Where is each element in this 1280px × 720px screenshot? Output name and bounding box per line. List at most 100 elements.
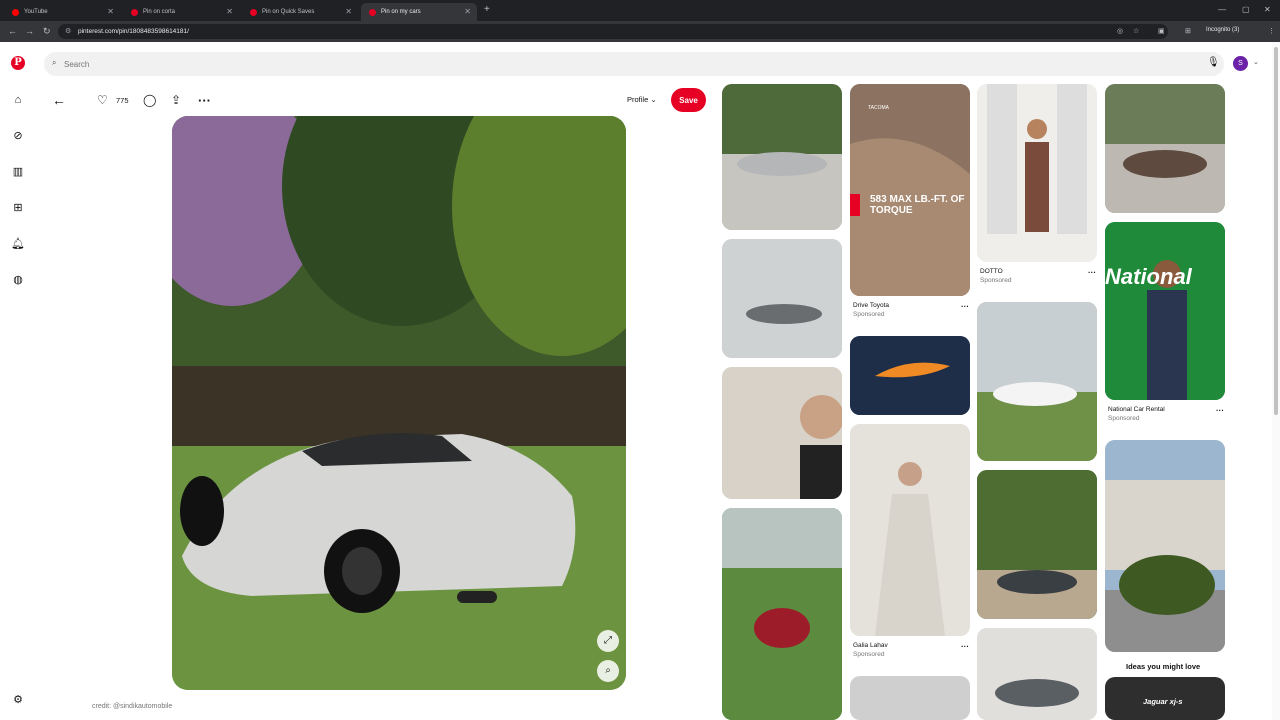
pin-title[interactable]: National Car Rental (1108, 406, 1165, 413)
pin-title[interactable]: Galia Lahav (853, 642, 888, 649)
more-options-icon[interactable]: ··· (1088, 268, 1096, 277)
pinterest-favicon-icon (369, 8, 376, 16)
feed-pin-brown-ferrari[interactable] (1105, 84, 1225, 213)
close-icon[interactable]: ✕ (226, 7, 233, 16)
home-icon[interactable]: ⌂ (11, 93, 25, 107)
settings-gear-icon[interactable]: ⚙ (11, 693, 25, 707)
microphone-icon[interactable]: 🎙︎ (1207, 57, 1220, 68)
page-scrollbar[interactable] (1272, 42, 1280, 720)
reload-icon[interactable]: ↻ (43, 26, 51, 37)
tab-label: Pin on corta (143, 9, 176, 15)
feed-pin-galia-lahav[interactable] (850, 424, 970, 636)
notifications-bell-icon[interactable]: 🔔︎ (11, 237, 25, 251)
youtube-favicon-icon (12, 8, 19, 16)
pin-meta-dotto: DOTTO Sponsored ··· (980, 268, 1100, 284)
back-button[interactable]: ← (52, 90, 66, 110)
dark-car-photo (977, 470, 1097, 619)
feed-pin-jaguar[interactable]: Jaguar xj-s (1105, 677, 1225, 720)
extensions-icon[interactable]: ⊞ (1185, 27, 1191, 35)
back-arrow-icon[interactable]: ← (8, 26, 17, 36)
explore-compass-icon[interactable]: ⊘ (11, 129, 25, 143)
feed-pin-toyota-ad[interactable]: TACOMA 583 MAX LB.-FT. OF TORQUE (850, 84, 970, 296)
tab-label: Pin on Quick Saves (262, 9, 315, 15)
tab-pin-my-cars[interactable]: Pin on my cars ✕ (361, 3, 477, 21)
feed-pin-silver-car[interactable] (722, 84, 842, 230)
window-close-icon[interactable]: ✕ (1264, 5, 1271, 14)
url-text: pinterest.com/pin/1808483598614181/ (78, 28, 189, 35)
close-icon[interactable]: ✕ (107, 7, 114, 16)
tab-pin-corta[interactable]: Pin on corta ✕ (123, 3, 239, 21)
close-icon[interactable]: ✕ (464, 7, 471, 16)
maximize-icon[interactable]: ▢ (1242, 5, 1250, 14)
desert-road-photo (850, 84, 970, 296)
woman-doorway-photo (977, 84, 1097, 262)
ad-brand: TACOMA (868, 105, 890, 111)
visual-search-icon[interactable]: ⌕ (597, 660, 619, 682)
pinterest-favicon-icon (250, 8, 257, 16)
pinterest-logo-icon[interactable]: P (11, 56, 25, 70)
bridal-gown-photo (850, 424, 970, 636)
avatar[interactable]: S (1233, 56, 1248, 71)
tab-label: YouTube (24, 9, 48, 15)
more-options-icon[interactable]: ··· (961, 642, 969, 651)
tab-youtube[interactable]: YouTube ✕ (4, 3, 120, 21)
feed-pin-garage[interactable] (850, 676, 970, 720)
chevron-down-icon[interactable]: ⌄ (1253, 58, 1259, 66)
feed-pin-national[interactable]: National (1105, 222, 1225, 400)
feed-pin-red-car-mountains[interactable] (722, 508, 842, 720)
url-field[interactable]: ⚙ pinterest.com/pin/1808483598614181/ (58, 24, 1168, 39)
create-plus-icon[interactable]: ⊞ (11, 201, 25, 215)
comment-icon[interactable]: ◯ (143, 90, 156, 110)
left-sidebar: P ⌂ ⊘ ▥ ⊞ 🔔︎ ◍ ⚙ (0, 42, 36, 720)
incognito-indicator[interactable]: Incognito (3) (1206, 27, 1239, 33)
bookmark-star-icon[interactable]: ☆ (1133, 27, 1139, 35)
search-input[interactable]: ⌕ Search (44, 52, 1224, 76)
save-button[interactable]: Save (671, 88, 706, 112)
heart-icon[interactable]: ♡ (97, 90, 108, 110)
tab-pin-quick-saves[interactable]: Pin on Quick Saves ✕ (242, 3, 358, 21)
expand-icon[interactable]: ⤢ (597, 630, 619, 652)
profile-label: Profile (627, 95, 649, 104)
messages-icon[interactable]: ◍ (11, 273, 25, 287)
silver-sports-car-photo (172, 116, 626, 690)
close-icon[interactable]: ✕ (345, 7, 352, 16)
feed-pin-green-audi[interactable] (1105, 440, 1225, 652)
tab-label: Pin on my cars (381, 9, 421, 15)
search-placeholder: Search (64, 59, 90, 69)
red-car-photo (722, 508, 842, 720)
white-car-photo (977, 302, 1097, 461)
feed-pin-car-selfie[interactable] (722, 367, 842, 499)
search-icon: ⌕ (52, 58, 57, 67)
ad-headline: 583 MAX LB.-FT. OF TORQUE (870, 194, 965, 216)
new-tab-icon[interactable]: + (484, 4, 490, 15)
pin-meta-drive-toyota: Drive Toyota Sponsored ··· (853, 302, 973, 318)
fire-night-photo (850, 336, 970, 415)
car-interior-selfie-photo (722, 367, 842, 499)
eye-slash-icon[interactable]: ◎ (1117, 27, 1123, 35)
forward-arrow-icon[interactable]: → (25, 26, 34, 36)
more-options-icon[interactable]: ··· (1216, 406, 1224, 415)
site-info-icon[interactable]: ⚙ (65, 27, 71, 35)
feed-pin-flame[interactable] (850, 336, 970, 415)
chrome-menu-icon[interactable]: ⋮ (1268, 27, 1275, 35)
feed-pin-grey-car-fog[interactable] (722, 239, 842, 358)
scrollbar-thumb[interactable] (1274, 47, 1278, 415)
national-sign: National (1105, 264, 1192, 289)
more-options-icon[interactable]: ··· (198, 90, 211, 110)
feed-pin-grey-showroom[interactable] (977, 628, 1097, 720)
feed-pin-dark-aston[interactable] (977, 470, 1097, 619)
feed-pin-dotto[interactable] (977, 84, 1097, 262)
silver-car-photo (722, 84, 842, 230)
sponsored-label: Sponsored (853, 311, 885, 318)
pin-meta-galia-lahav: Galia Lahav Sponsored ··· (853, 642, 973, 658)
feed-pin-white-aston[interactable] (977, 302, 1097, 461)
pin-image[interactable] (172, 116, 626, 690)
pin-title[interactable]: Drive Toyota (853, 302, 889, 309)
tab-search-icon[interactable]: ▣ (1158, 27, 1165, 35)
share-icon[interactable]: ⇪ (171, 90, 181, 110)
minimize-icon[interactable]: — (1218, 5, 1226, 14)
profile-dropdown[interactable]: Profile ⌄ (627, 95, 657, 104)
pin-title[interactable]: DOTTO (980, 268, 1003, 275)
more-options-icon[interactable]: ··· (961, 302, 969, 311)
boards-icon[interactable]: ▥ (11, 165, 25, 179)
